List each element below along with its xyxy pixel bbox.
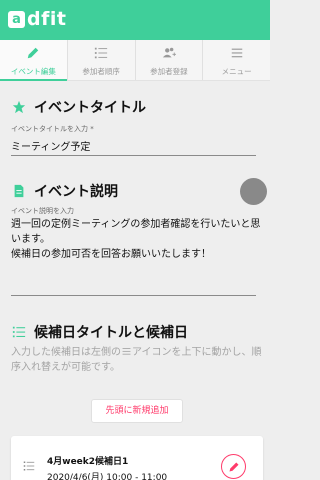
add-at-top-button[interactable]: 先頭に新規追加 — [91, 399, 183, 423]
logo-mark: a — [8, 10, 25, 28]
edit-candidate-button[interactable] — [221, 454, 246, 479]
section-heading-text: 候補日タイトルと候補日 — [34, 325, 188, 341]
add-users-icon — [162, 47, 176, 58]
menu-icon — [231, 48, 242, 58]
candidate-card: 4月week2候補日1 2020/4/6(月) 10:00 - 11:00 — [11, 436, 263, 480]
list-icon — [12, 326, 26, 338]
drag-handle-icon[interactable] — [23, 460, 35, 472]
event-title-heading: イベントタイトル — [12, 97, 146, 117]
section-heading-text: イベント説明 — [34, 184, 118, 200]
event-description-textarea[interactable]: 週一回の定例ミーティングの参加者確認を行いたいと思います。 候補日の参加可否を回… — [11, 217, 261, 262]
reorder-icon — [122, 348, 131, 355]
tab-participant-order[interactable]: 参加者順序 — [68, 40, 136, 80]
tab-label: イベント編集 — [10, 67, 56, 76]
tab-label: 参加者登録 — [150, 67, 188, 76]
floating-action-button[interactable] — [240, 178, 267, 205]
tab-label: メニュー — [221, 67, 252, 76]
hint-text-before: 入力した候補日は左側の — [11, 347, 121, 358]
tab-bar: イベント編集 参加者順序 参加者登録 メニュー — [0, 40, 270, 81]
app-logo[interactable]: a dfit — [8, 9, 66, 29]
event-description-underline — [11, 295, 256, 296]
tab-menu[interactable]: メニュー — [203, 40, 270, 80]
candidates-hint: 入力した候補日は左側の アイコンを上下に動かし、順序入れ替えが可能です。 — [11, 345, 263, 375]
section-heading-text: イベントタイトル — [34, 100, 146, 116]
event-description-heading: イベント説明 — [12, 181, 118, 201]
event-title-underline — [11, 155, 256, 156]
candidate-title: 4月week2候補日1 — [47, 457, 129, 467]
event-title-input[interactable]: ミーティング予定 — [11, 138, 90, 153]
pencil-icon — [229, 462, 239, 472]
candidate-date: 2020/4/6(月) 10:00 - 11:00 — [47, 473, 168, 480]
logo-text: dfit — [27, 8, 67, 30]
tab-event-edit[interactable]: イベント編集 — [0, 40, 68, 81]
app-bar: a dfit — [0, 0, 270, 40]
pencil-icon — [28, 47, 39, 59]
star-icon — [12, 100, 26, 114]
event-title-label: イベントタイトルを入力 * — [11, 125, 94, 133]
document-icon — [14, 184, 24, 198]
candidates-heading: 候補日タイトルと候補日 — [12, 322, 188, 342]
event-description-label: イベント説明を入力 — [11, 207, 74, 215]
tab-participant-register[interactable]: 参加者登録 — [136, 40, 204, 80]
ordered-list-icon — [95, 47, 108, 59]
tab-label: 参加者順序 — [82, 67, 120, 76]
